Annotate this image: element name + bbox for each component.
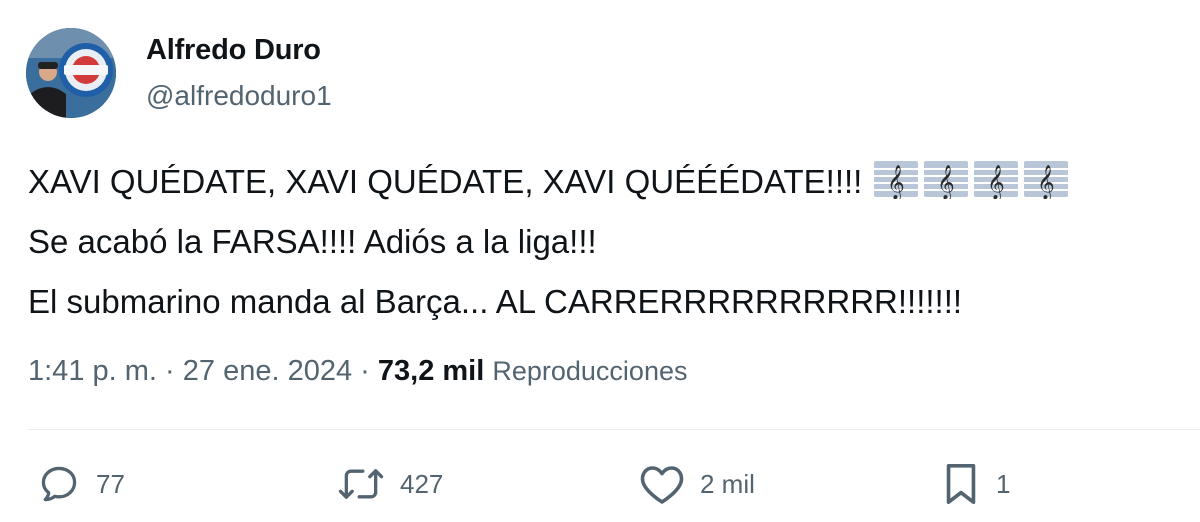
- author-name[interactable]: Alfredo Duro: [146, 34, 321, 67]
- repost-button[interactable]: 427: [336, 462, 443, 506]
- meta-separator: ·: [165, 355, 175, 387]
- tweet-time[interactable]: 1:41 p. m.: [28, 355, 157, 387]
- divider: [28, 429, 1200, 430]
- like-button[interactable]: 2 mil: [638, 462, 755, 506]
- views-count: 73,2 mil: [377, 355, 485, 387]
- author-handle[interactable]: @alfredoduro1: [146, 80, 332, 112]
- tweet-date[interactable]: 27 ene. 2024: [183, 355, 352, 387]
- tweet-meta: 1:41 p. m. · 27 ene. 2024 · 73,2 mil Rep…: [28, 355, 687, 388]
- tweet-text: XAVI QUÉDATE, XAVI QUÉDATE, XAVI QUÉÉÉDA…: [28, 152, 1178, 332]
- svg-text:𝄞: 𝄞: [987, 165, 1005, 199]
- bookmark-count: 1: [996, 468, 1011, 499]
- svg-text:𝄞: 𝄞: [937, 165, 955, 199]
- tweet-line-2: Se acabó la FARSA!!!! Adiós a la liga!!!: [28, 223, 597, 260]
- views-label: Reproducciones: [492, 356, 688, 386]
- reply-button[interactable]: 77: [36, 462, 125, 506]
- reply-icon: [41, 466, 77, 502]
- reply-count: 77: [96, 468, 125, 499]
- bookmark-icon: [946, 463, 976, 505]
- bookmark-button[interactable]: 1: [940, 462, 1010, 506]
- like-count: 2 mil: [700, 468, 755, 499]
- svg-text:𝄞: 𝄞: [1037, 165, 1055, 199]
- svg-text:𝄞: 𝄞: [887, 165, 905, 199]
- musical-score-icon: 𝄞 𝄞 𝄞 𝄞: [874, 161, 1069, 199]
- repost-icon: [338, 469, 384, 499]
- tweet-line-1: XAVI QUÉDATE, XAVI QUÉDATE, XAVI QUÉÉÉDA…: [28, 152, 1178, 212]
- heart-icon: [640, 466, 684, 504]
- musical-score-emoji-group: 𝄞 𝄞 𝄞 𝄞: [872, 159, 1070, 199]
- meta-separator: ·: [360, 355, 370, 387]
- avatar[interactable]: [26, 28, 116, 118]
- avatar-image: [26, 28, 116, 118]
- repost-count: 427: [400, 468, 444, 499]
- tweet-line-3: El submarino manda al Barça... AL CARRER…: [28, 283, 963, 320]
